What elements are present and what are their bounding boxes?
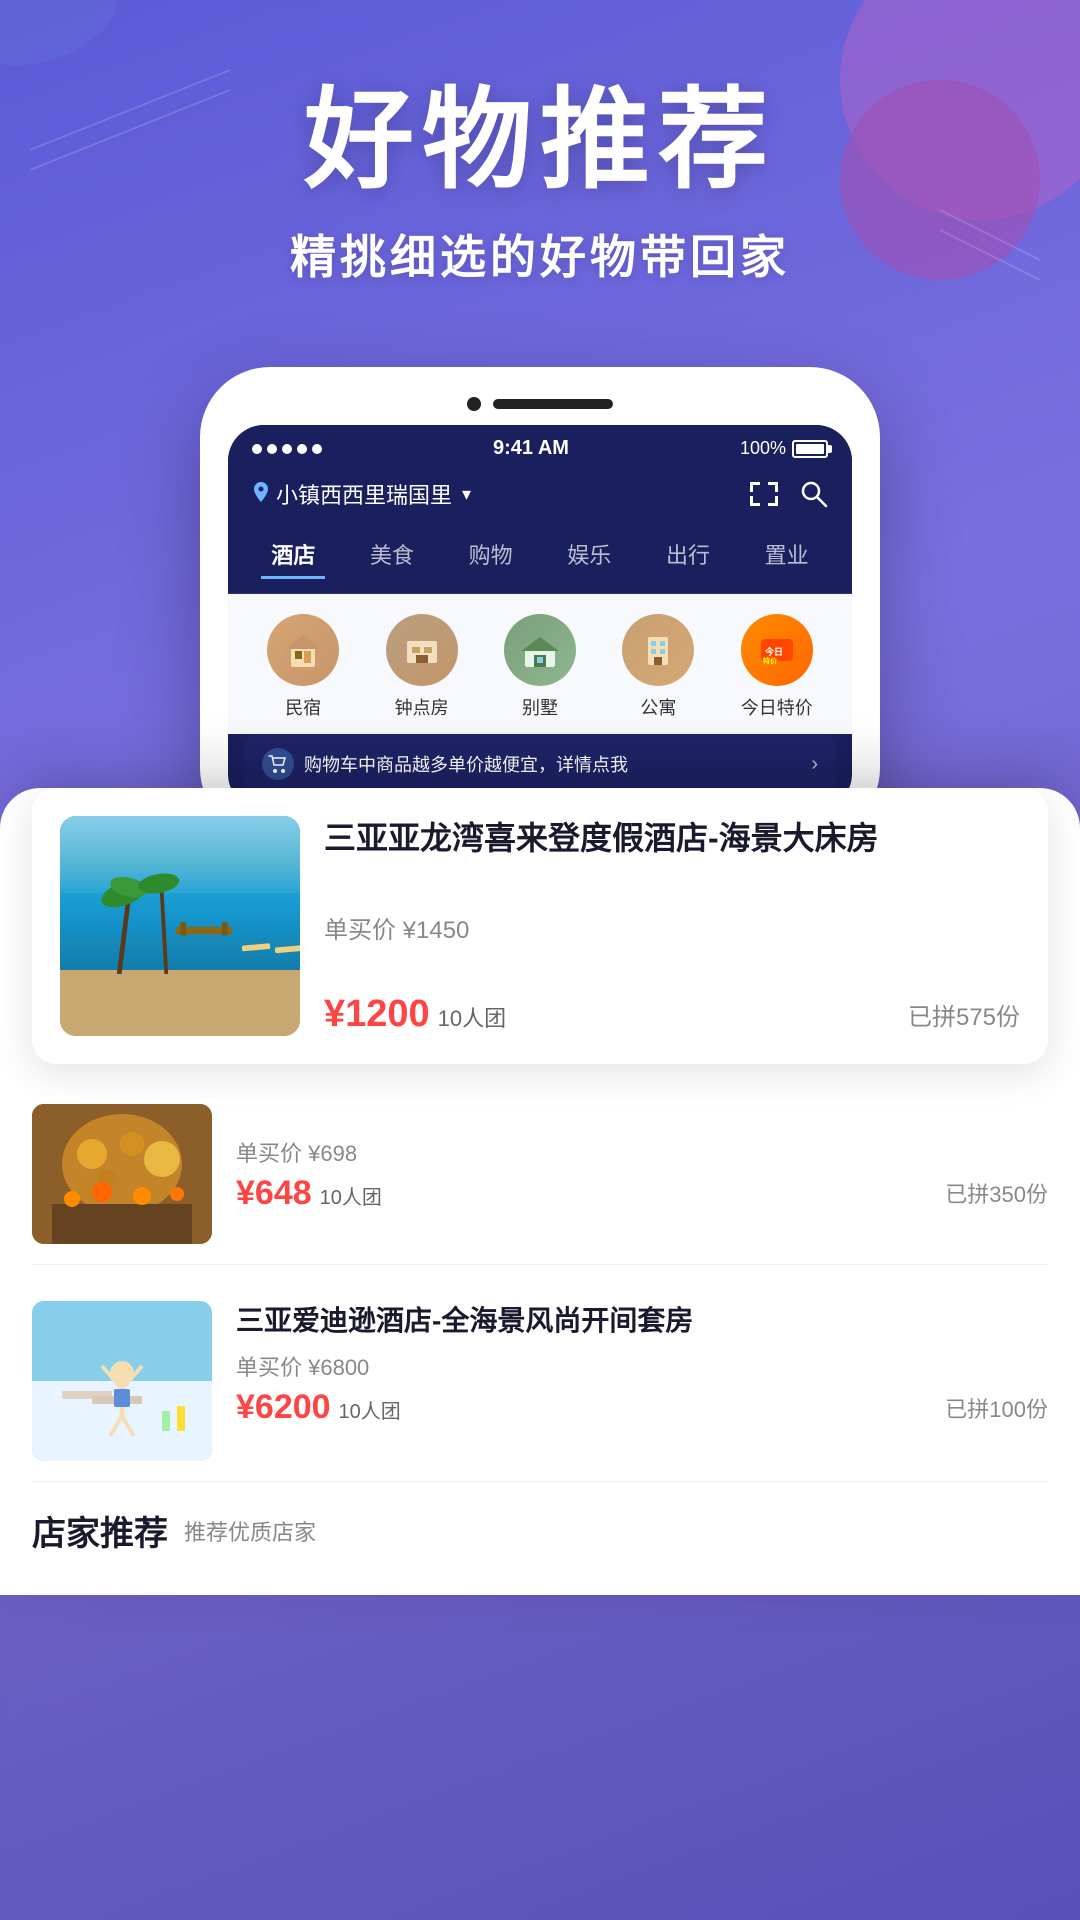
product-1-image: [60, 816, 300, 1036]
product-3-original-price: 单买价 ¥6800: [236, 1350, 1048, 1382]
tab-travel[interactable]: 出行: [656, 532, 720, 579]
phone-speaker: [493, 399, 613, 409]
product-1-original-price: 单买价 ¥1450: [324, 910, 1020, 945]
product-card-1[interactable]: 三亚亚龙湾喜来登度假酒店-海景大床房 单买价 ¥1450 ¥1200 10人团 …: [32, 788, 1048, 1064]
promo-banner[interactable]: 购物车中商品越多单价越便宜，详情点我 ›: [244, 734, 836, 794]
product-2-group-size: 10人团: [320, 1181, 382, 1210]
phone-dot-camera: [467, 397, 481, 411]
product-1-price: ¥1200: [324, 993, 430, 1036]
category-zhongdian-icon: [386, 614, 458, 686]
product-2-original-price: 单买价 ¥698: [236, 1136, 1048, 1168]
category-bieshu-label: 别墅: [522, 694, 558, 720]
battery-percent: 100%: [740, 438, 786, 459]
category-minshu-icon: [267, 614, 339, 686]
location-actions: [748, 480, 828, 508]
battery-icon: [792, 440, 828, 458]
product-1-group-price: ¥1200 10人团: [324, 993, 506, 1036]
categories: 民宿 钟点房: [228, 594, 852, 734]
location-bar[interactable]: 小镇西西里瑞国里 ▾: [228, 468, 852, 524]
phone-notch: [228, 397, 852, 411]
product-3-price-row: ¥6200 10人团 已拼100份: [236, 1388, 1048, 1427]
product-1-joined: 已拼575份: [908, 997, 1020, 1032]
sub-title: 精挑细选的好物带回家: [40, 221, 1040, 287]
product-3-name: 三亚爱迪逊酒店-全海景风尚开间套房: [236, 1301, 1048, 1340]
tab-property[interactable]: 置业: [755, 532, 819, 579]
food-scene-svg: [32, 1104, 212, 1244]
product-3-price: ¥6200: [236, 1388, 331, 1427]
category-gongyu[interactable]: 公寓: [622, 614, 694, 720]
product-card-2[interactable]: 单买价 ¥698 ¥648 10人团 已拼350份: [32, 1084, 1048, 1265]
phone-mockup-wrapper: 9:41 AM 100% 小镇西西里瑞国里 ▾: [0, 367, 1080, 838]
nav-tabs: 酒店 美食 购物 娱乐 出行 置业: [228, 524, 852, 594]
tab-shopping[interactable]: 购物: [459, 532, 523, 579]
shop-recommend-subtitle: 推荐优质店家: [184, 1515, 316, 1547]
promo-left: 购物车中商品越多单价越便宜，详情点我: [262, 748, 628, 780]
product-3-image: [32, 1301, 212, 1461]
battery-fill: [796, 444, 824, 454]
category-gongyu-icon: [622, 614, 694, 686]
main-title: 好物推荐: [40, 80, 1040, 201]
header-section: 好物推荐 精挑细选的好物带回家: [0, 0, 1080, 327]
product-3-joined: 已拼100份: [945, 1392, 1048, 1424]
svg-text:今日: 今日: [764, 646, 783, 657]
status-time: 9:41 AM: [493, 437, 569, 460]
phone-mockup: 9:41 AM 100% 小镇西西里瑞国里 ▾: [200, 367, 880, 838]
product-2-price-row: ¥648 10人团 已拼350份: [236, 1174, 1048, 1213]
product-2-joined: 已拼350份: [945, 1177, 1048, 1209]
product-3-info: 三亚爱迪逊酒店-全海景风尚开间套房 单买价 ¥6800 ¥6200 10人团 已…: [236, 1301, 1048, 1427]
category-zhongdian-label: 钟点房: [395, 694, 449, 720]
category-minshu[interactable]: 民宿: [267, 614, 339, 720]
category-special-label: 今日特价: [741, 694, 813, 720]
promo-cart-icon: [262, 748, 294, 780]
product-1-price-row: ¥1200 10人团 已拼575份: [324, 993, 1020, 1036]
category-minshu-label: 民宿: [285, 694, 321, 720]
status-bar: 9:41 AM 100%: [228, 425, 852, 468]
signal-dots: [252, 444, 322, 454]
category-gongyu-label: 公寓: [640, 694, 676, 720]
beach-scene-svg: [32, 1301, 212, 1461]
product-card-3[interactable]: 三亚爱迪逊酒店-全海景风尚开间套房 单买价 ¥6800 ¥6200 10人团 已…: [32, 1281, 1048, 1482]
tab-food[interactable]: 美食: [360, 532, 424, 579]
chevron-down-icon: ▾: [462, 484, 471, 505]
product-1-img-pool: [60, 816, 300, 1036]
product-1-info: 三亚亚龙湾喜来登度假酒店-海景大床房 单买价 ¥1450 ¥1200 10人团 …: [324, 816, 1020, 1036]
phone-screen: 9:41 AM 100% 小镇西西里瑞国里 ▾: [228, 425, 852, 810]
product-1-group-size: 10人团: [438, 1001, 506, 1033]
product-1-name: 三亚亚龙湾喜来登度假酒店-海景大床房: [324, 816, 1020, 861]
promo-arrow-icon: ›: [811, 753, 818, 776]
svg-text:特价: 特价: [763, 656, 778, 665]
location-pin-icon: [252, 482, 270, 506]
tab-hotel[interactable]: 酒店: [261, 532, 325, 579]
category-bieshu[interactable]: 别墅: [504, 614, 576, 720]
tab-entertainment[interactable]: 娱乐: [557, 532, 621, 579]
shop-recommend-section: 店家推荐 推荐优质店家: [32, 1506, 1048, 1555]
location-left[interactable]: 小镇西西里瑞国里 ▾: [252, 478, 471, 510]
status-right: 100%: [740, 438, 828, 459]
product-3-group-size: 10人团: [339, 1395, 401, 1424]
products-section: 三亚亚龙湾喜来登度假酒店-海景大床房 单买价 ¥1450 ¥1200 10人团 …: [0, 788, 1080, 1595]
promo-text: 购物车中商品越多单价越便宜，详情点我: [304, 751, 628, 777]
category-special-icon: 今日 特价: [741, 614, 813, 686]
pool-scene-svg: [84, 842, 300, 974]
location-text: 小镇西西里瑞国里: [276, 478, 452, 510]
scan-icon[interactable]: [748, 480, 780, 508]
category-special[interactable]: 今日 特价 今日特价: [741, 614, 813, 720]
product-2-image: [32, 1104, 212, 1244]
category-bieshu-icon: [504, 614, 576, 686]
product-2-info: 单买价 ¥698 ¥648 10人团 已拼350份: [236, 1136, 1048, 1213]
search-icon[interactable]: [800, 480, 828, 508]
product-2-price: ¥648: [236, 1174, 312, 1213]
shop-recommend-title: 店家推荐: [32, 1506, 168, 1555]
category-zhongdian[interactable]: 钟点房: [386, 614, 458, 720]
